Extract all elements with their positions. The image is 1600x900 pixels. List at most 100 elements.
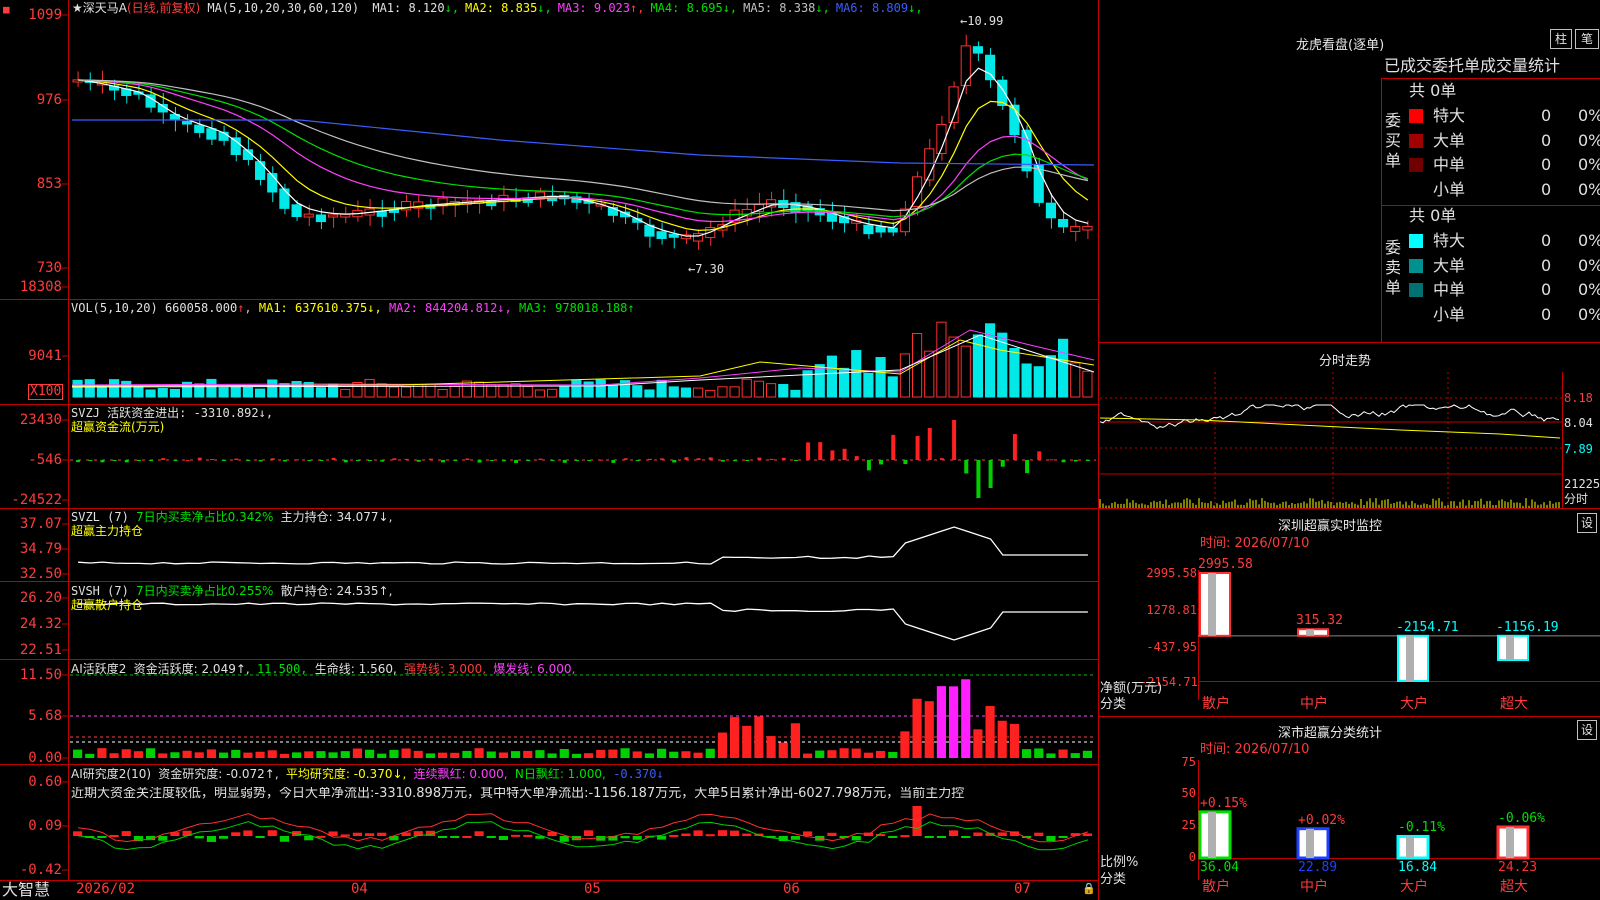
ai-research-bar	[851, 836, 861, 841]
candle-body	[875, 226, 886, 233]
candle-body	[1058, 219, 1069, 228]
volume-bar	[449, 385, 460, 398]
fund-flow-bar	[781, 457, 786, 460]
volume-bar	[145, 389, 156, 398]
fund-flow-bar	[574, 460, 579, 461]
buy-row-name-3: 小单	[1433, 179, 1466, 199]
candle-body	[279, 188, 290, 209]
monitor-ytick-1: 1278.81	[1146, 603, 1197, 617]
classify-settings-button[interactable]: 设	[1577, 720, 1597, 740]
ai-activity-bar	[340, 751, 350, 758]
ai-research-bar	[365, 833, 375, 836]
volume-bar	[632, 385, 643, 398]
ai-activity-bar	[255, 751, 265, 758]
ai-research-bar	[279, 836, 289, 842]
fund-flow-bar	[696, 458, 701, 460]
order-stats-tabs[interactable]: 已成交委托单成交量统计	[1384, 56, 1560, 76]
intraday-vol-tick: 21225	[1564, 477, 1600, 491]
classify-ytick-3: 0	[1188, 850, 1196, 864]
ai-activity-bar	[681, 751, 691, 758]
xaxis-date-3: 06	[783, 881, 800, 897]
vol-ytick-0: 18308	[19, 279, 62, 295]
buy-row-name-1: 大单	[1433, 130, 1466, 150]
volume-bar	[814, 364, 825, 398]
monitor-bar-shade-0	[1208, 573, 1216, 636]
candle-body	[668, 233, 679, 238]
fund-flow-bar	[1037, 451, 1042, 460]
ai-activity-bar	[1009, 723, 1019, 758]
ai-activity-bar	[401, 748, 411, 758]
ai-research-bar	[730, 830, 740, 836]
tick-view-button[interactable]: 笔	[1575, 29, 1599, 49]
monitor-ylabel: 净额(万元)	[1100, 681, 1163, 696]
volume-bar	[899, 353, 910, 398]
ai-research-bar	[158, 836, 168, 841]
stock-name[interactable]: ★深天马A	[72, 1, 127, 15]
ai-research-bar	[681, 833, 691, 836]
ai-research-bar	[486, 836, 496, 838]
monitor-settings-button[interactable]: 设	[1577, 513, 1597, 533]
fund-flow-bar	[1049, 459, 1054, 461]
bar-view-button[interactable]: 柱	[1550, 29, 1572, 49]
app-logo[interactable]: 大智慧	[2, 881, 50, 899]
xaxis-date-2: 05	[584, 881, 601, 897]
xaxis-date-4: 07	[1014, 881, 1031, 897]
volume-bar	[522, 385, 533, 398]
ai-activity-bar	[231, 749, 241, 758]
ai2-comment: 近期大资金关注度较低，明显弱势，今日大单净流出:-3310.898万元，其中特大…	[71, 787, 965, 801]
ai-activity-bar	[900, 731, 910, 758]
ai-research-bar	[97, 836, 107, 838]
chart-canvas[interactable]	[0, 0, 1600, 900]
volume-bar	[826, 355, 837, 398]
fund-flow-bar	[757, 457, 762, 460]
sell-row-pct-3: 0%	[1578, 304, 1600, 324]
volume-bar	[534, 389, 545, 398]
intraday-ytick-2: 7.89	[1564, 442, 1593, 456]
candle-body	[328, 214, 339, 218]
intraday-unit[interactable]: 分时	[1564, 492, 1588, 506]
volume-bar	[1045, 355, 1057, 398]
fund-flow-bar	[854, 456, 859, 460]
svzl-ytick-0: 37.07	[19, 516, 62, 532]
intraday-ytick-1: 8.04	[1564, 416, 1593, 430]
volume-bar	[851, 350, 862, 398]
volume-bar	[437, 389, 448, 398]
volume-bar	[96, 385, 108, 398]
fund-flow-bar	[392, 458, 397, 460]
price-mode[interactable]: (日线,前复权)	[127, 1, 200, 15]
buy-row-swatch-1	[1409, 133, 1423, 148]
ai-activity-bar	[827, 750, 837, 758]
vol-unit[interactable]: X100	[28, 384, 64, 400]
sell-row-count-3: 0	[1541, 304, 1552, 324]
ai-research-bar	[949, 830, 959, 836]
main-ytick-1: 976	[36, 92, 62, 108]
ai-activity-bar	[292, 752, 302, 758]
lock-icon[interactable]: 🔒	[1082, 882, 1096, 896]
ai-research-bar	[961, 836, 971, 838]
sell-row-count-0: 0	[1541, 231, 1552, 250]
ai-activity-bars	[73, 679, 1092, 758]
ai-activity-bar	[876, 750, 886, 758]
ai-research-bar	[717, 830, 727, 836]
ai-activity-bar	[1034, 748, 1044, 758]
fund-flow-bar	[830, 450, 835, 460]
ai-activity-bar	[158, 753, 168, 758]
ai-activity-bar	[1058, 749, 1068, 758]
svzj-ytick-2: -24522	[11, 492, 62, 508]
fund-flow-bar	[526, 460, 531, 461]
fund-flow-bar	[599, 459, 604, 461]
volume-bar	[230, 386, 241, 398]
fund-flow-bar	[842, 448, 847, 460]
fund-flow-bar	[684, 457, 689, 460]
svsh-ytick-1: 24.32	[19, 616, 62, 632]
fund-flow-bar	[623, 458, 628, 460]
ai-activity-bar	[219, 752, 229, 758]
fund-flow-bar	[562, 460, 567, 463]
volume-bar	[401, 386, 412, 398]
fund-flow-bar	[368, 460, 373, 461]
ai-activity-bar	[936, 686, 946, 758]
ai-activity-bar	[547, 753, 557, 758]
volume-bar	[315, 387, 327, 398]
ai1-ytick-0: 11.50	[19, 667, 62, 683]
classify-change-1: +0.02%	[1298, 812, 1345, 828]
